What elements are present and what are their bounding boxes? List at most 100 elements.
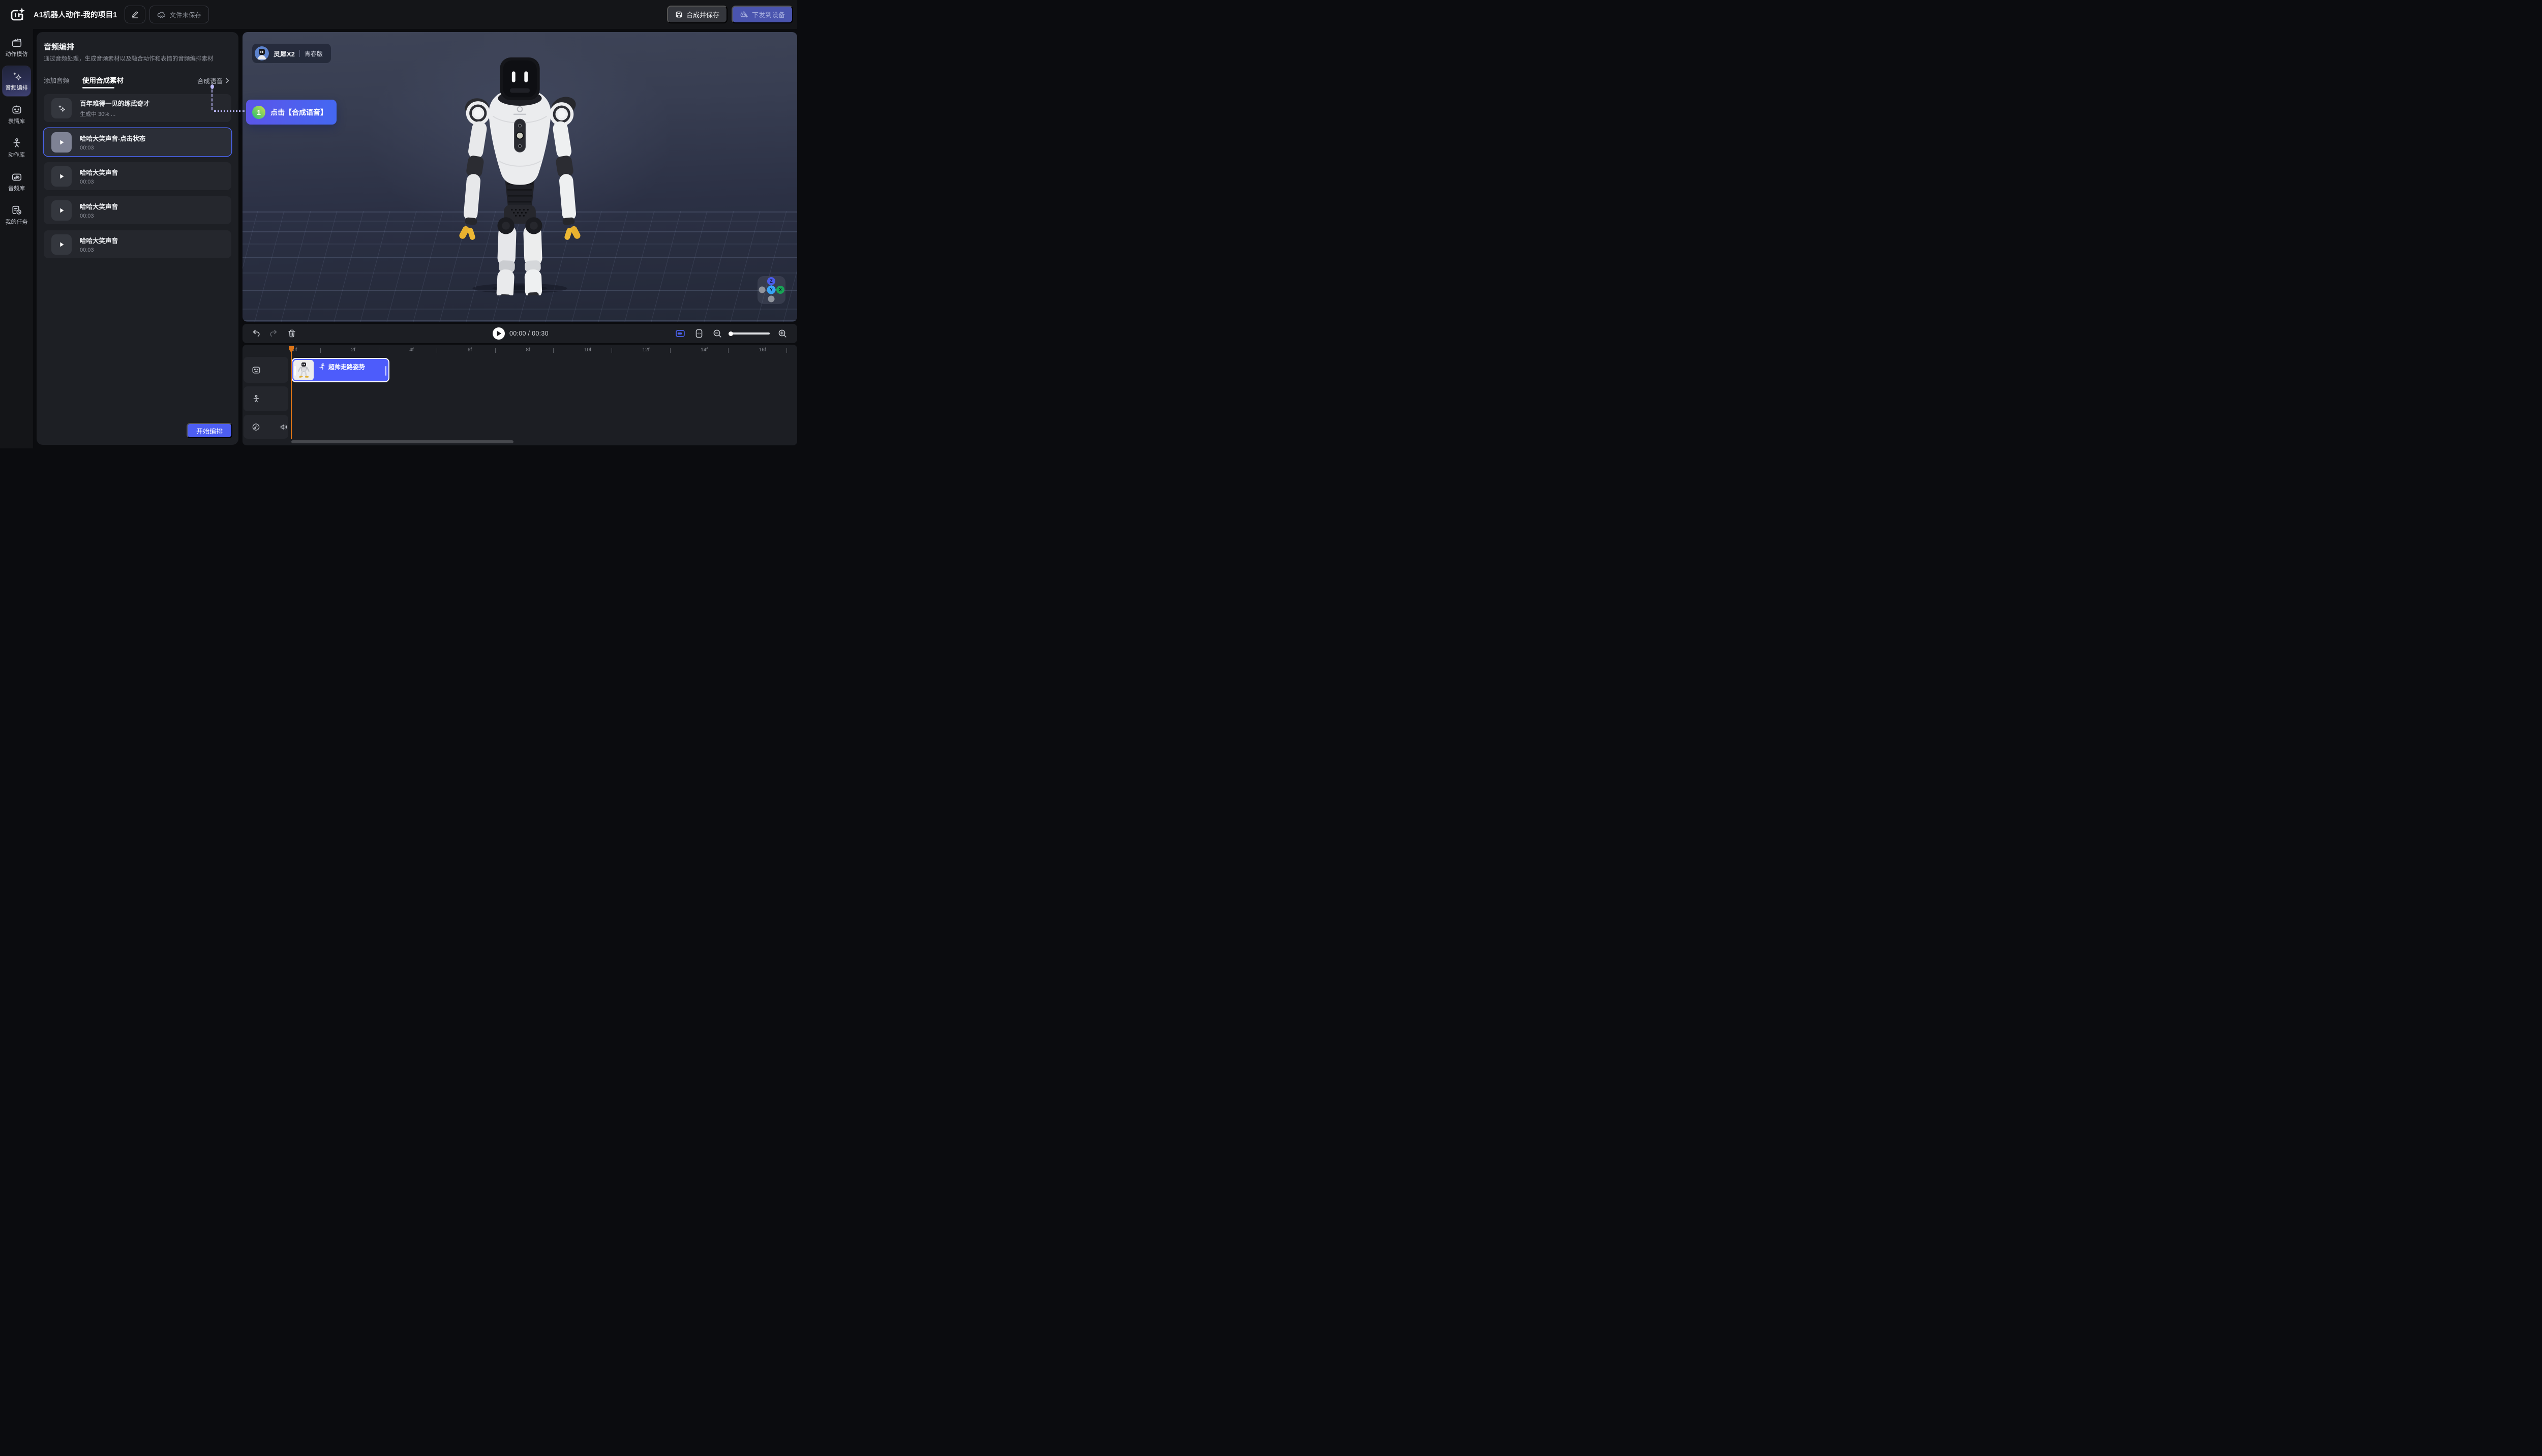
rename-project-button[interactable] [125,6,145,23]
timeline-panel: 0f2f4f6f8f10f12f14f16f 超帅走路姿势 [243,345,797,445]
play-button[interactable] [493,327,505,340]
sidebar-item-audio-arrange[interactable]: 音频编排 [3,66,31,96]
sidebar-item-audio-library[interactable]: 音频库 [0,167,33,197]
robot-avatar [255,46,269,60]
sidebar-item-my-tasks[interactable]: 我的任务 [0,200,33,230]
sidebar-item-label: 动作模仿 [6,50,28,58]
tab-use-synth-material[interactable]: 使用合成素材 [82,75,124,85]
robot-3d-viewport[interactable]: 灵犀X2 青春版 Z Y X [243,32,797,322]
undo-icon[interactable] [252,329,261,338]
timeline-horizontal-scrollbar[interactable] [291,440,513,443]
tab-add-audio[interactable]: 添加音频 [44,75,69,85]
synth-voice-link-label: 合成语音 [197,76,223,85]
panel-description: 通过音频处理，生成音频素材以及融合动作和表情的音频编排素材 [44,54,233,63]
sidebar-item-expression-library[interactable]: 表情库 [0,100,33,130]
ruler-label: 4f [409,347,413,353]
synthesize-and-save-button[interactable]: 合成并保存 [667,6,728,23]
ruler-label: 2f [351,347,355,353]
timeline-zoom-slider[interactable] [729,332,770,335]
timeline-zoom-slider-thumb[interactable] [729,331,733,336]
robot-name: 灵犀X2 [274,49,295,58]
audio-item-selected[interactable]: 哈哈大笑声音-点击状态 00:03 [44,128,231,156]
music-note-circle-icon [252,422,260,432]
audio-item-generating[interactable]: 百年难得一见的练武奇才 生成中 30% ... [44,94,231,122]
audio-item[interactable]: 哈哈大笑声音 00:03 [44,196,231,224]
ruler-label: 14f [701,347,708,353]
ruler-tick [553,348,554,353]
ruler-label: 6f [468,347,472,353]
ruler-cell: 2f [350,347,408,354]
add-clip-track-icon[interactable] [676,329,685,338]
audio-item-title: 百年难得一见的练武奇才 [80,98,150,108]
audio-item-status: 生成中 30% ... [80,110,150,118]
app-window: A1机器人动作-我的项目1 文件未保存 合成并保存 下发到设备 动作模仿 [0,0,797,448]
audio-item[interactable]: 哈哈大笑声音 00:03 [44,230,231,258]
person-icon [11,138,22,149]
clip-trim-handle-right[interactable] [385,366,387,376]
generating-tile [51,98,72,118]
timeline-ruler[interactable]: 0f2f4f6f8f10f12f14f16f [291,347,797,354]
running-person-icon [319,363,325,370]
active-tab-underline [82,87,114,88]
audio-item-title: 哈哈大笑声音-点击状态 [80,133,145,143]
robot-model-badge[interactable]: 灵犀X2 青春版 [252,44,331,63]
gizmo-z-label: Z [770,279,773,284]
ruler-cell: 14f [699,347,758,354]
ruler-label: 8f [526,347,530,353]
play-audio-button[interactable] [51,166,72,187]
fit-width-icon[interactable] [694,329,704,338]
robot-deploy-icon [740,11,748,18]
deploy-to-device-button[interactable]: 下发到设备 [732,6,793,23]
sidebar-item-label: 音频库 [8,184,25,192]
zoom-in-icon[interactable] [778,329,787,338]
gizmo-y-label: Y [770,287,773,292]
save-button-label: 合成并保存 [686,10,719,19]
guide-connector-horizontal [214,110,245,112]
audio-track-header[interactable] [244,415,288,439]
axis-gizmo[interactable]: Z Y X [758,276,785,304]
ruler-tick [495,348,496,353]
sidebar-item-motion-mimic[interactable]: 动作模仿 [0,33,33,63]
panel-title: 音频编排 [44,41,74,52]
time-display: 00:00 / 00:30 [509,330,549,337]
play-audio-button[interactable] [51,200,72,221]
trash-icon[interactable] [287,329,296,338]
gizmo-x-label: X [779,287,782,292]
ruler-cell: 10f [583,347,641,354]
tasks-icon [11,205,22,216]
play-audio-button[interactable] [51,132,72,153]
guide-tooltip-text: 点击【合成语音】 [270,107,327,117]
playback-toolbar: 00:00 / 00:30 [243,324,797,343]
audio-arrange-panel: 音频编排 通过音频处理，生成音频素材以及融合动作和表情的音频编排素材 添加音频 … [37,32,238,445]
file-unsaved-button[interactable]: 文件未保存 [149,6,209,23]
robot-face-icon [252,366,261,375]
guide-tooltip: 1 点击【合成语音】 [246,100,337,125]
audio-item-title: 哈哈大笑声音 [80,167,118,177]
badge-divider [299,50,300,57]
play-audio-button[interactable] [51,234,72,255]
chevron-right-icon [225,78,229,83]
deploy-button-label: 下发到设备 [752,10,785,19]
robot-face-icon [11,104,22,115]
play-icon [57,172,66,180]
audio-item-title: 哈哈大笑声音 [80,201,118,211]
unsaved-status-label: 文件未保存 [170,10,202,19]
synth-voice-link[interactable]: 合成语音 [197,76,229,85]
clip-thumbnail [293,360,314,380]
start-arrange-button[interactable]: 开始编排 [187,423,232,438]
ruler-label: 16f [759,347,766,353]
robot-model[interactable] [445,56,595,295]
timeline-clip-walk-pose[interactable]: 超帅走路姿势 [291,358,389,382]
audio-item-duration: 00:03 [80,179,118,185]
motion-track-header[interactable] [244,386,288,411]
left-nav-rail: 动作模仿 音频编排 表情库 动作库 音频库 我的任务 [0,29,33,448]
audio-item-title: 哈哈大笑声音 [80,235,118,245]
zoom-out-icon[interactable] [713,329,722,338]
redo-icon[interactable] [269,329,278,338]
clip-trim-handle-left[interactable] [294,366,296,376]
ruler-tick [728,348,729,353]
expression-track-header[interactable] [244,357,288,383]
audio-item[interactable]: 哈哈大笑声音 00:03 [44,162,231,190]
sidebar-item-motion-library[interactable]: 动作库 [0,133,33,163]
speaker-icon[interactable] [280,422,288,432]
